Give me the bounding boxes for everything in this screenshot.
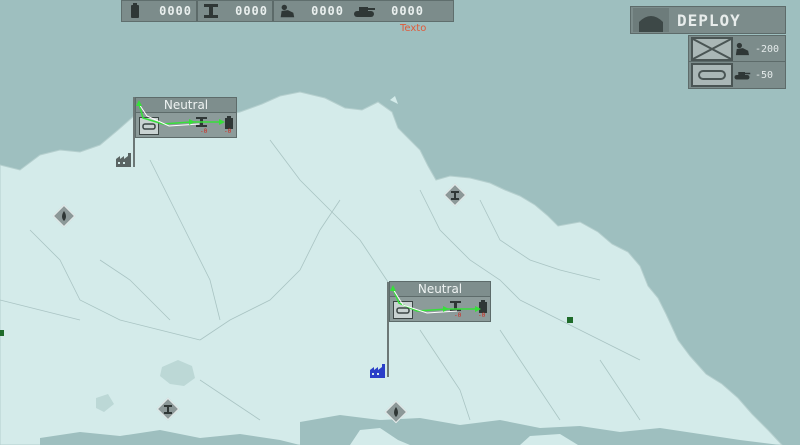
tank-icon bbox=[733, 67, 751, 83]
deploy-button[interactable]: DEPLOY bbox=[630, 6, 786, 34]
infantry-cost: -200 bbox=[755, 43, 780, 55]
factory-blue-icon[interactable] bbox=[369, 363, 389, 379]
bunker-icon bbox=[633, 8, 669, 32]
infantry-soldier-icon bbox=[733, 41, 751, 57]
infantry-counter: 0000 bbox=[274, 2, 348, 20]
infantry-nato-symbol-icon bbox=[691, 37, 733, 61]
fuel-counter: 0000 bbox=[122, 2, 196, 20]
resource-bar: 0000 0000 0000 0000 bbox=[121, 0, 454, 22]
steel-counter: 0000 bbox=[198, 2, 272, 20]
notice-text: Texto bbox=[400, 23, 427, 34]
steel-beam-icon bbox=[448, 188, 462, 202]
fuel-value: 0000 bbox=[159, 4, 192, 18]
factory-gray-icon[interactable] bbox=[115, 152, 135, 168]
armor-nato-symbol-icon bbox=[691, 63, 733, 87]
deploy-infantry-option[interactable]: -200 bbox=[688, 35, 786, 63]
unit-marker[interactable] bbox=[567, 317, 573, 323]
game-map[interactable] bbox=[0, 0, 800, 445]
fuel-canister-icon bbox=[126, 3, 144, 19]
supply-route-arrows bbox=[136, 100, 225, 127]
unit-marker[interactable] bbox=[0, 330, 4, 336]
armor-cost: -50 bbox=[755, 69, 774, 81]
tanks-value: 0000 bbox=[391, 4, 424, 18]
tank-icon bbox=[352, 3, 376, 19]
steel-beam-icon bbox=[202, 3, 220, 19]
supply-route-arrows bbox=[390, 285, 481, 314]
oil-drop-icon bbox=[57, 209, 71, 223]
steel-value: 0000 bbox=[235, 4, 268, 18]
deploy-armor-option[interactable]: -50 bbox=[688, 61, 786, 89]
tanks-counter: 0000 bbox=[348, 2, 428, 20]
infantry-value: 0000 bbox=[311, 4, 344, 18]
infantry-soldier-icon bbox=[278, 3, 296, 19]
oil-drop-icon bbox=[389, 405, 403, 419]
steel-beam-icon bbox=[161, 402, 175, 416]
deploy-label: DEPLOY bbox=[677, 10, 741, 30]
